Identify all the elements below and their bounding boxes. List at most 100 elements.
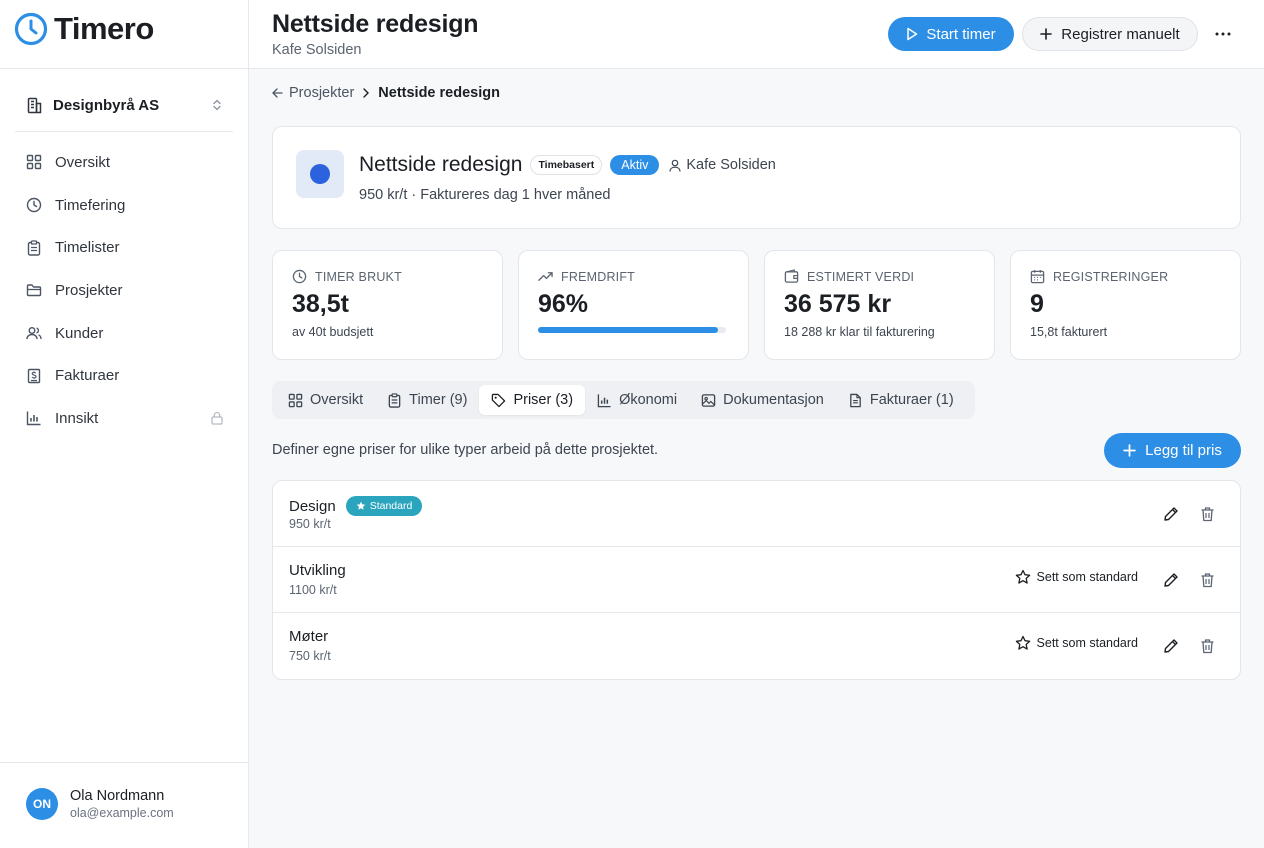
sidebar-item-fakturaer[interactable]: Fakturaer [26, 354, 224, 397]
user-name: Ola Nordmann [70, 788, 165, 804]
tab-dokumentasjon[interactable]: Dokumentasjon [689, 385, 836, 415]
price-list: Design Standard 950 kr/t Utvikling 1100 … [272, 480, 1241, 680]
project-client-name: Kafe Solsiden [686, 157, 776, 173]
project-meta: 950 kr/t · Faktureres dag 1 hver måned [359, 187, 611, 203]
add-price-button[interactable]: Legg til pris [1104, 433, 1241, 468]
sidebar-item-oversikt[interactable]: Oversikt [26, 141, 224, 184]
trash-icon [1200, 506, 1215, 522]
tab-timer[interactable]: Timer (9) [375, 385, 479, 415]
set-standard-button[interactable]: Sett som standard [1015, 635, 1138, 651]
sidebar-item-timefering[interactable]: Timefering [26, 184, 224, 227]
stat-value: 36 575 kr [784, 290, 892, 318]
wallet-icon [784, 269, 799, 284]
stat-sub: 15,8t fakturert [1030, 325, 1108, 339]
progress-fill [538, 327, 719, 333]
tag-icon [491, 393, 506, 408]
stat-card-value: ESTIMERT VERDI 36 575 kr 18 288 kr klar … [764, 250, 995, 360]
divider [0, 762, 249, 763]
project-tabs: Oversikt Timer (9) Priser (3) Økonomi Do… [272, 381, 975, 419]
users-icon [26, 325, 42, 341]
stat-label: ESTIMERT VERDI [807, 269, 915, 284]
arrow-left-icon [272, 88, 283, 98]
invoice-icon [26, 368, 42, 384]
stat-value: 9 [1030, 290, 1044, 318]
clipboard-icon [387, 392, 402, 408]
project-card: Nettside redesign Timebasert Aktiv Kafe … [272, 126, 1241, 229]
clock-icon [292, 269, 307, 284]
clock-logo-icon [14, 12, 48, 46]
user-icon [669, 159, 681, 172]
sidebar-item-kunder[interactable]: Kunder [26, 312, 224, 355]
sidebar-item-label: Timefering [55, 196, 126, 214]
delete-button[interactable] [1196, 569, 1218, 591]
logo[interactable]: Timero [14, 11, 154, 47]
delete-button[interactable] [1196, 635, 1218, 657]
delete-button[interactable] [1196, 503, 1218, 525]
folder-icon [26, 282, 42, 298]
trending-up-icon [538, 269, 553, 284]
sidebar-item-timelister[interactable]: Timelister [26, 226, 224, 269]
set-standard-label: Sett som standard [1036, 570, 1138, 584]
tab-okonomi[interactable]: Økonomi [585, 385, 689, 415]
org-switcher[interactable]: Designbyrå AS [26, 90, 222, 120]
clock-icon [26, 197, 42, 213]
status-badge: Aktiv [610, 155, 660, 175]
trash-icon [1200, 572, 1215, 588]
stat-card-registrations: REGISTRERINGER 9 15,8t fakturert [1010, 250, 1241, 360]
project-color-icon [296, 150, 344, 198]
stat-value: 38,5t [292, 290, 349, 318]
list-item: Møter 750 kr/t Sett som standard [273, 613, 1240, 679]
lock-icon [210, 411, 224, 426]
edit-button[interactable] [1160, 569, 1182, 591]
grid-icon [26, 154, 42, 170]
price-rate: 950 kr/t [289, 517, 331, 531]
breadcrumb-parent-link[interactable]: Prosjekter [272, 85, 354, 101]
price-name: Utvikling [289, 562, 346, 579]
plus-icon [1123, 444, 1136, 457]
bar-chart-icon [597, 393, 612, 408]
stat-sub: 18 288 kr klar til fakturering [784, 325, 935, 339]
project-client[interactable]: Kafe Solsiden [669, 157, 776, 173]
bar-chart-icon [26, 410, 42, 426]
sidebar-item-label: Prosjekter [55, 281, 123, 299]
breadcrumb-current: Nettside redesign [378, 85, 500, 101]
stat-sub: av 40t budsjett [292, 325, 374, 339]
topbar: Nettside redesign Kafe Solsiden Start ti… [249, 0, 1264, 69]
tab-label: Timer (9) [409, 392, 468, 408]
image-icon [701, 393, 716, 408]
user-profile[interactable]: ON Ola Nordmann ola@example.com [26, 788, 174, 820]
clipboard-icon [26, 240, 42, 256]
tab-label: Dokumentasjon [723, 392, 824, 408]
project-type-tag: Timebasert [530, 155, 603, 175]
more-options-button[interactable] [1211, 22, 1235, 46]
tab-fakturaer[interactable]: Fakturaer (1) [836, 385, 966, 415]
tab-oversikt[interactable]: Oversikt [276, 385, 375, 415]
grid-icon [288, 393, 303, 408]
start-timer-button[interactable]: Start timer [888, 17, 1014, 51]
sidebar-item-innsikt[interactable]: Innsikt [26, 397, 224, 440]
more-horizontal-icon [1215, 32, 1231, 36]
pencil-icon [1163, 638, 1179, 654]
star-icon [1015, 635, 1031, 651]
start-timer-label: Start timer [926, 25, 996, 43]
pencil-icon [1163, 572, 1179, 588]
building-icon [26, 97, 43, 114]
sidebar-item-label: Kunder [55, 324, 104, 342]
sidebar-item-prosjekter[interactable]: Prosjekter [26, 269, 224, 312]
tab-priser[interactable]: Priser (3) [479, 385, 586, 415]
edit-button[interactable] [1160, 503, 1182, 525]
sidebar-item-label: Oversikt [55, 153, 111, 171]
set-standard-button[interactable]: Sett som standard [1015, 569, 1138, 585]
price-rate: 750 kr/t [289, 649, 331, 663]
edit-button[interactable] [1160, 635, 1182, 657]
plus-icon [1040, 28, 1053, 40]
tab-label: Priser (3) [513, 392, 574, 408]
price-name: Møter [289, 628, 329, 645]
pencil-icon [1163, 506, 1179, 522]
chevron-updown-icon [212, 99, 222, 111]
breadcrumb: Prosjekter Nettside redesign [272, 85, 500, 101]
breadcrumb-parent-label: Prosjekter [289, 85, 355, 101]
stat-card-progress: FREMDRIFT 96% [518, 250, 749, 360]
register-manual-button[interactable]: Registrer manuelt [1022, 17, 1198, 51]
divider [0, 68, 249, 69]
